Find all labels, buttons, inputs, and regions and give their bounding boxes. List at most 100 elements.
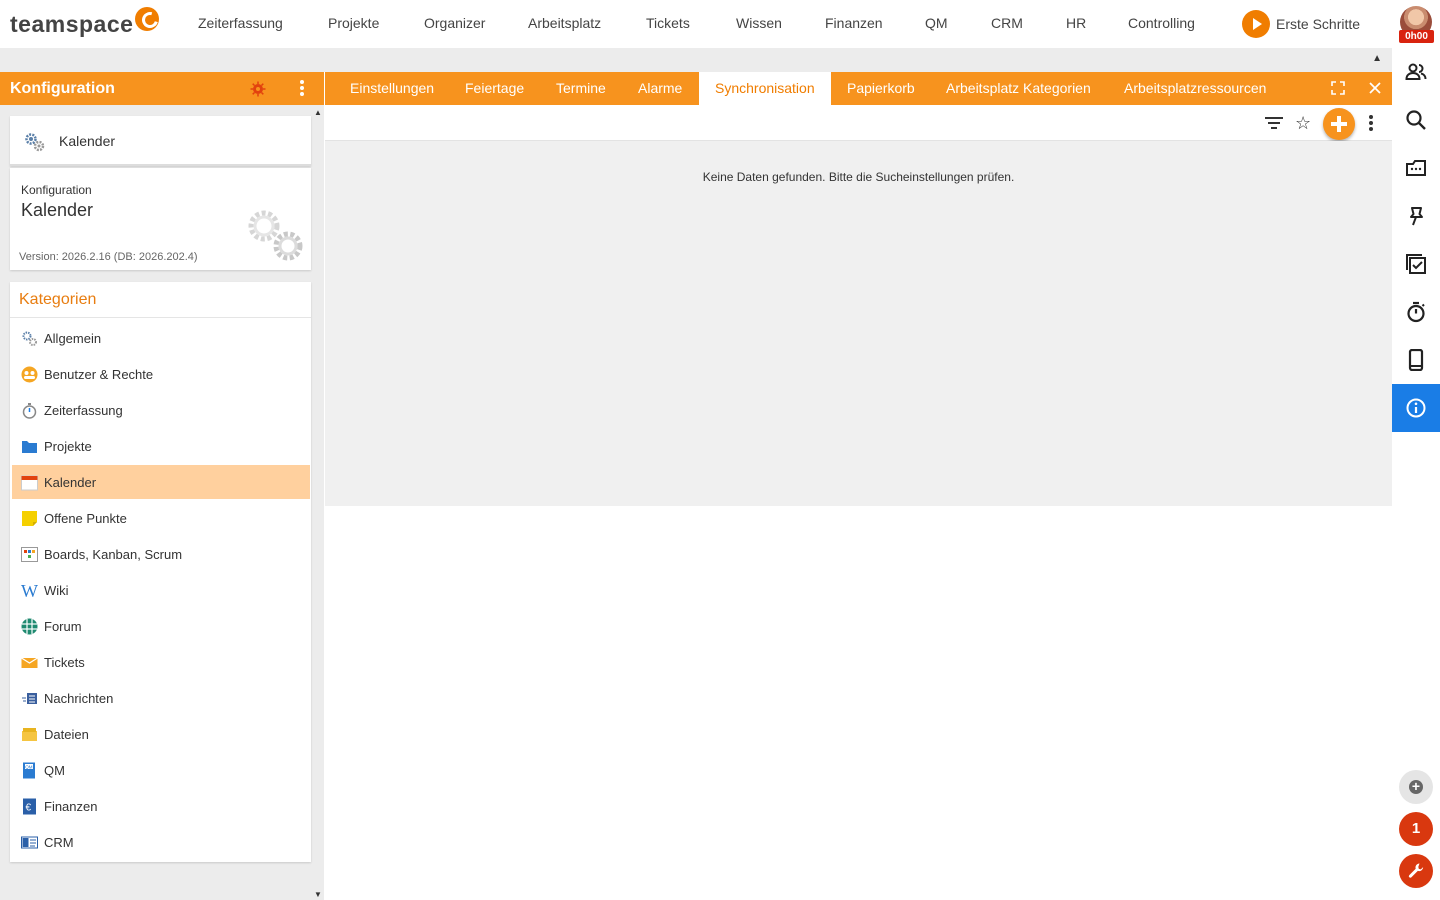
tab-arbeitsplatz-kategorien[interactable]: Arbeitsplatz Kategorien [930,72,1107,105]
expand-icon[interactable] [1331,81,1345,95]
nav-hr[interactable]: HR [1066,15,1086,31]
erste-schritte-button[interactable]: Erste Schritte [1242,10,1360,38]
category-projekte[interactable]: Projekte [12,429,310,463]
svg-text:QM: QM [25,764,33,769]
content-toolbar: ☆ [325,105,1392,141]
panel-title: Konfiguration [10,80,115,97]
add-button[interactable] [1323,108,1355,140]
nav-wissen[interactable]: Wissen [736,15,782,31]
logo[interactable]: teamspace [10,7,160,39]
nav-crm[interactable]: CRM [991,15,1023,31]
contacts-icon [1405,63,1427,80]
category-label: Zeiterfassung [44,403,123,418]
category-label: Offene Punkte [44,511,127,526]
svg-text:€: € [26,803,32,814]
files-icon [22,728,37,741]
nav-controlling[interactable]: Controlling [1128,15,1195,31]
stopwatch-icon [22,403,37,419]
tab-papierkorb[interactable]: Papierkorb [831,72,931,105]
panel-menu-icon[interactable] [298,80,306,98]
tab-termine[interactable]: Termine [540,72,622,105]
category-boards[interactable]: Boards, Kanban, Scrum [12,537,310,571]
info-button[interactable] [1392,384,1440,432]
svg-text:W: W [21,582,38,599]
filter-icon[interactable] [1264,116,1284,130]
category-forum[interactable]: Forum [12,609,310,643]
category-label: Benutzer & Rechte [44,367,154,382]
category-dateien[interactable]: Dateien [12,717,310,751]
category-label: Wiki [44,583,69,598]
timer-button[interactable] [1392,288,1440,336]
qm-icon: QM [23,762,35,779]
wiki-icon: W [21,582,38,599]
sticky-note-icon [22,511,37,526]
star-icon[interactable]: ☆ [1295,113,1311,133]
time-badge[interactable]: 0h00 [1399,30,1434,43]
zoom-in-button[interactable] [1399,770,1433,804]
folder-icon [22,441,37,453]
tasks-button[interactable] [1392,240,1440,288]
tab-feiertage[interactable]: Feiertage [449,72,540,105]
category-label: Allgemein [44,331,102,346]
category-zeiterfassung[interactable]: Zeiterfassung [12,393,310,427]
category-label: Projekte [44,439,92,454]
users-icon [21,366,38,383]
phone-button[interactable] [1392,336,1440,384]
pin-button[interactable] [1392,192,1440,240]
notification-badge[interactable]: 1 [1399,812,1433,846]
search-button[interactable] [1392,96,1440,144]
version-text: Version: 2026.2.16 (DB: 2026.202.4) [19,251,198,263]
wrench-icon [1408,863,1424,878]
tools-button[interactable] [1399,854,1433,888]
phone-icon [1408,349,1424,371]
nav-organizer[interactable]: Organizer [424,15,485,31]
divider [10,317,311,318]
category-label: Tickets [44,655,85,670]
category-finanzen[interactable]: € Finanzen [12,789,310,823]
selected-module-card[interactable]: Kalender [10,116,311,166]
nav-finanzen[interactable]: Finanzen [825,15,883,31]
inbox-icon [1406,160,1426,176]
collapse-up-icon[interactable]: ▲ [1372,53,1382,64]
category-benutzer-rechte[interactable]: Benutzer & Rechte [12,357,310,391]
category-wiki[interactable]: W Wiki [12,573,310,607]
nav-tickets[interactable]: Tickets [646,15,690,31]
inbox-button[interactable] [1392,144,1440,192]
tab-einstellungen[interactable]: Einstellungen [334,72,450,105]
module-info-card: Konfiguration Kalender Version: 2026.2.1… [10,168,311,270]
info-title: Kalender [21,200,94,220]
more-menu-icon[interactable] [1368,115,1374,133]
category-label: Kalender [44,475,97,490]
info-icon [1406,398,1426,418]
task-check-icon [1406,254,1426,274]
category-crm[interactable]: CRM [12,825,310,859]
content-blank [325,506,1392,900]
scroll-down-icon[interactable]: ▼ [314,890,322,899]
tab-synchronisation[interactable]: Synchronisation [699,72,831,105]
bug-icon[interactable] [250,81,266,97]
categories-card: Kategorien Allgemein Benutzer & Rechte Z… [10,282,311,862]
logo-text: teamspace [10,10,134,37]
nav-qm[interactable]: QM [925,15,948,31]
category-nachrichten[interactable]: Nachrichten [12,681,310,715]
nav-arbeitsplatz[interactable]: Arbeitsplatz [528,15,601,31]
contacts-button[interactable] [1392,48,1440,96]
category-tickets[interactable]: Tickets [12,645,310,679]
gears-large-icon [248,210,303,261]
scroll-up-icon[interactable]: ▲ [314,108,322,117]
play-icon [1242,10,1270,38]
close-icon[interactable] [1368,81,1382,95]
tab-alarme[interactable]: Alarme [622,72,698,105]
tab-arbeitsplatzressourcen[interactable]: Arbeitsplatzressourcen [1108,72,1282,105]
selected-module-label: Kalender [59,133,116,149]
category-offene-punkte[interactable]: Offene Punkte [12,501,310,535]
category-allgemein[interactable]: Allgemein [12,321,310,355]
left-panel-header: Konfiguration [0,72,324,105]
category-kalender[interactable]: Kalender [12,465,310,499]
pin-icon [1410,207,1423,226]
euro-icon: € [23,798,36,815]
nav-projekte[interactable]: Projekte [328,15,379,31]
nav-zeiterfassung[interactable]: Zeiterfassung [198,15,283,31]
category-qm[interactable]: QM QM [12,753,310,787]
left-panel: Konfiguration ▲ ▼ Kalender Konfiguration [0,72,324,900]
